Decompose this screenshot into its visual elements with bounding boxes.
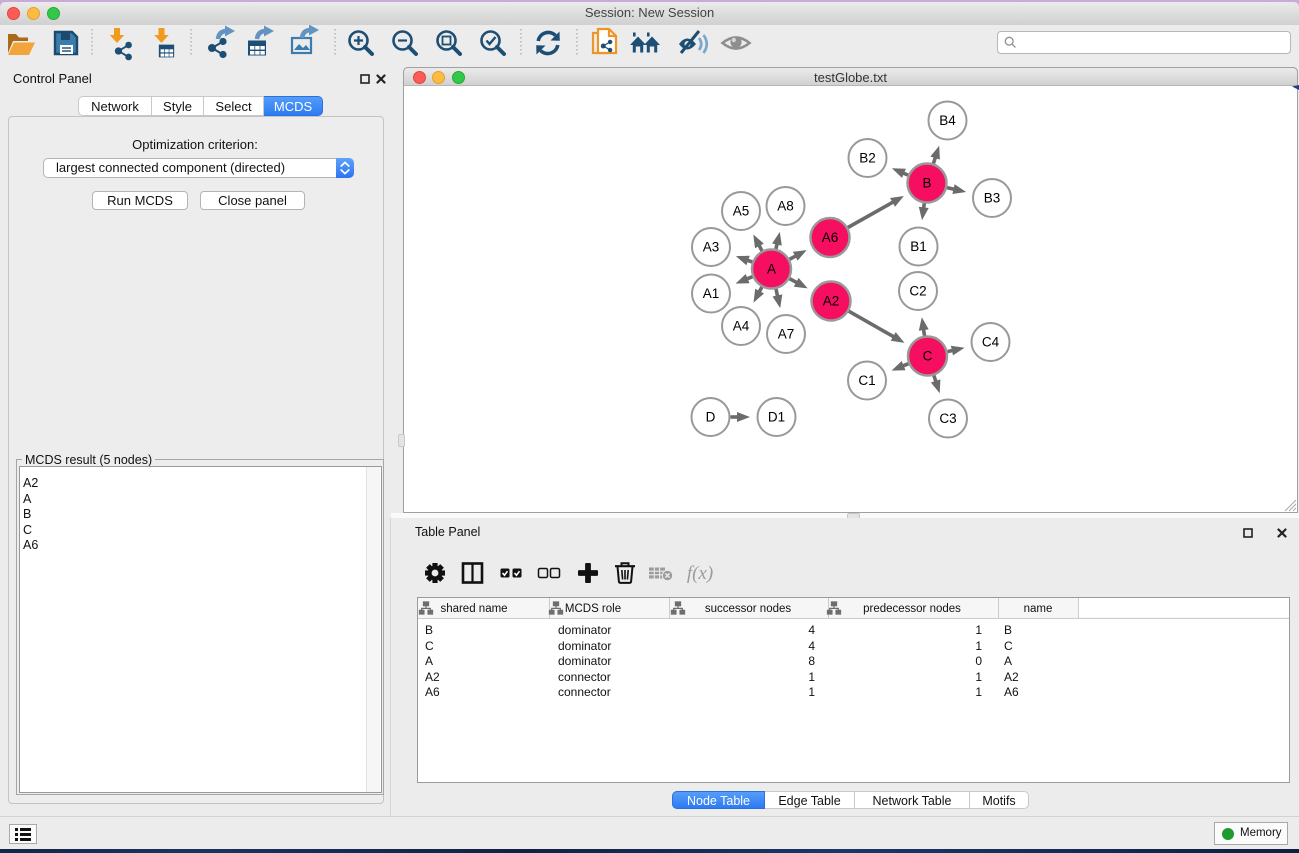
svg-text:B3: B3 xyxy=(984,191,1001,206)
svg-text:successor nodes: successor nodes xyxy=(705,603,792,615)
svg-text:C1: C1 xyxy=(858,373,875,388)
svg-text:B2: B2 xyxy=(859,151,876,166)
svg-text:A7: A7 xyxy=(778,327,795,342)
svg-text:MCDS role: MCDS role xyxy=(565,603,621,615)
svg-text:A8: A8 xyxy=(777,199,794,214)
svg-text:C: C xyxy=(923,349,933,364)
svg-text:C4: C4 xyxy=(982,335,1000,350)
svg-text:C3: C3 xyxy=(939,411,956,426)
svg-text:A1: A1 xyxy=(703,286,720,301)
svg-text:name: name xyxy=(1024,603,1053,615)
svg-text:A: A xyxy=(767,262,776,277)
svg-text:A6: A6 xyxy=(822,230,839,245)
svg-text:A3: A3 xyxy=(703,240,720,255)
svg-text:D: D xyxy=(706,410,716,425)
svg-text:A4: A4 xyxy=(733,319,750,334)
svg-text:shared name: shared name xyxy=(440,603,507,615)
svg-text:predecessor nodes: predecessor nodes xyxy=(863,603,961,615)
svg-text:f(x): f(x) xyxy=(687,563,713,584)
svg-text:B1: B1 xyxy=(910,239,927,254)
svg-text:B4: B4 xyxy=(939,113,956,128)
svg-text:D1: D1 xyxy=(768,410,785,425)
svg-text:A2: A2 xyxy=(823,294,840,309)
svg-text:C2: C2 xyxy=(909,284,926,299)
svg-text:A5: A5 xyxy=(733,204,750,219)
svg-text:B: B xyxy=(922,176,931,191)
